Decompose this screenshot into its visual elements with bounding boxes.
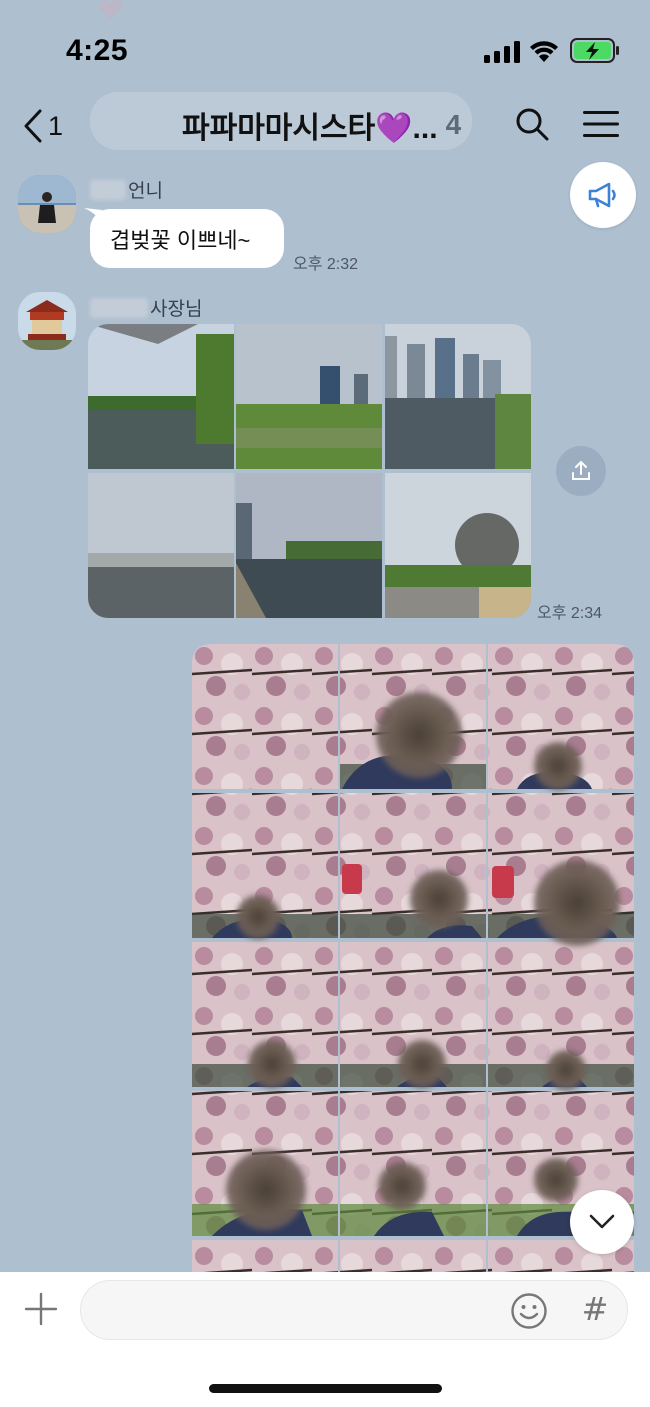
blurred-face [378, 1162, 426, 1210]
smiley-icon[interactable] [510, 1292, 548, 1330]
blurred-face [248, 1040, 296, 1088]
member-count: 4 [445, 109, 462, 140]
blurred-name [90, 297, 148, 318]
sender-name: 언니 [90, 176, 163, 203]
chat-title-area[interactable]: 파파마마시스타💜... 4 [182, 104, 461, 146]
sender-name: 사장님 [90, 294, 202, 321]
avatar-photo [18, 175, 76, 233]
blurred-face [546, 1050, 586, 1090]
photo-thumbnail[interactable] [88, 324, 234, 469]
chevron-down-icon [589, 1214, 615, 1229]
avatar-photo [18, 292, 76, 350]
blurred-face [410, 870, 468, 928]
chat-title: 파파마마시스타💜... [182, 112, 438, 145]
blurred-face [534, 742, 582, 790]
message-time: 오후 2:34 [537, 605, 603, 622]
blurred-name [90, 179, 126, 200]
chevron-left-icon [24, 109, 42, 143]
blurred-face [534, 1158, 578, 1202]
photo-thumbnail [192, 1240, 338, 1272]
status-bar: 4:25 [0, 0, 650, 92]
photo-thumbnail[interactable] [385, 473, 531, 618]
hashtag-icon[interactable]: # [580, 1290, 610, 1330]
photo-thumbnail[interactable] [236, 473, 382, 618]
scroll-to-bottom-button[interactable] [570, 1190, 634, 1254]
photo-thumbnail [192, 644, 338, 789]
sender-name-label: 사장님 [150, 299, 203, 320]
cellular-signal-icon [484, 41, 520, 63]
photo-thumbnail [340, 1240, 486, 1272]
blurred-face [534, 860, 620, 946]
photo-thumbnail[interactable] [236, 324, 382, 469]
home-indicator [209, 1384, 442, 1393]
message-time: 오후 2:32 [293, 256, 359, 273]
search-icon[interactable] [514, 106, 550, 142]
message-text: 겹벚꽃 이쁘네~ [110, 227, 251, 253]
share-icon [572, 461, 590, 480]
avatar[interactable] [18, 292, 76, 350]
unread-count: 1 [48, 110, 64, 141]
plus-icon[interactable] [24, 1292, 58, 1326]
chat-header: 1 파파마마시스타💜... 4 [0, 92, 650, 158]
wifi-icon [530, 41, 558, 62]
battery-charging-icon [570, 38, 619, 63]
share-button[interactable] [556, 446, 606, 496]
status-time: 4:25 [66, 34, 129, 67]
message-bubble[interactable]: 겹벚꽃 이쁘네~ [90, 209, 284, 268]
megaphone-icon [588, 182, 616, 208]
notice-button[interactable] [570, 162, 636, 228]
back-button[interactable]: 1 [22, 106, 82, 146]
photo-thumbnail[interactable] [88, 473, 234, 618]
blurred-face [398, 1040, 446, 1088]
hamburger-menu-icon[interactable] [582, 108, 620, 140]
message-input-bar: # [0, 1272, 650, 1407]
blurred-face [376, 692, 462, 778]
avatar[interactable] [18, 175, 76, 233]
sender-name-label: 언니 [128, 181, 163, 202]
blurred-face [226, 1150, 306, 1230]
blurred-face [236, 895, 280, 939]
photo-thumbnail[interactable] [385, 324, 531, 469]
